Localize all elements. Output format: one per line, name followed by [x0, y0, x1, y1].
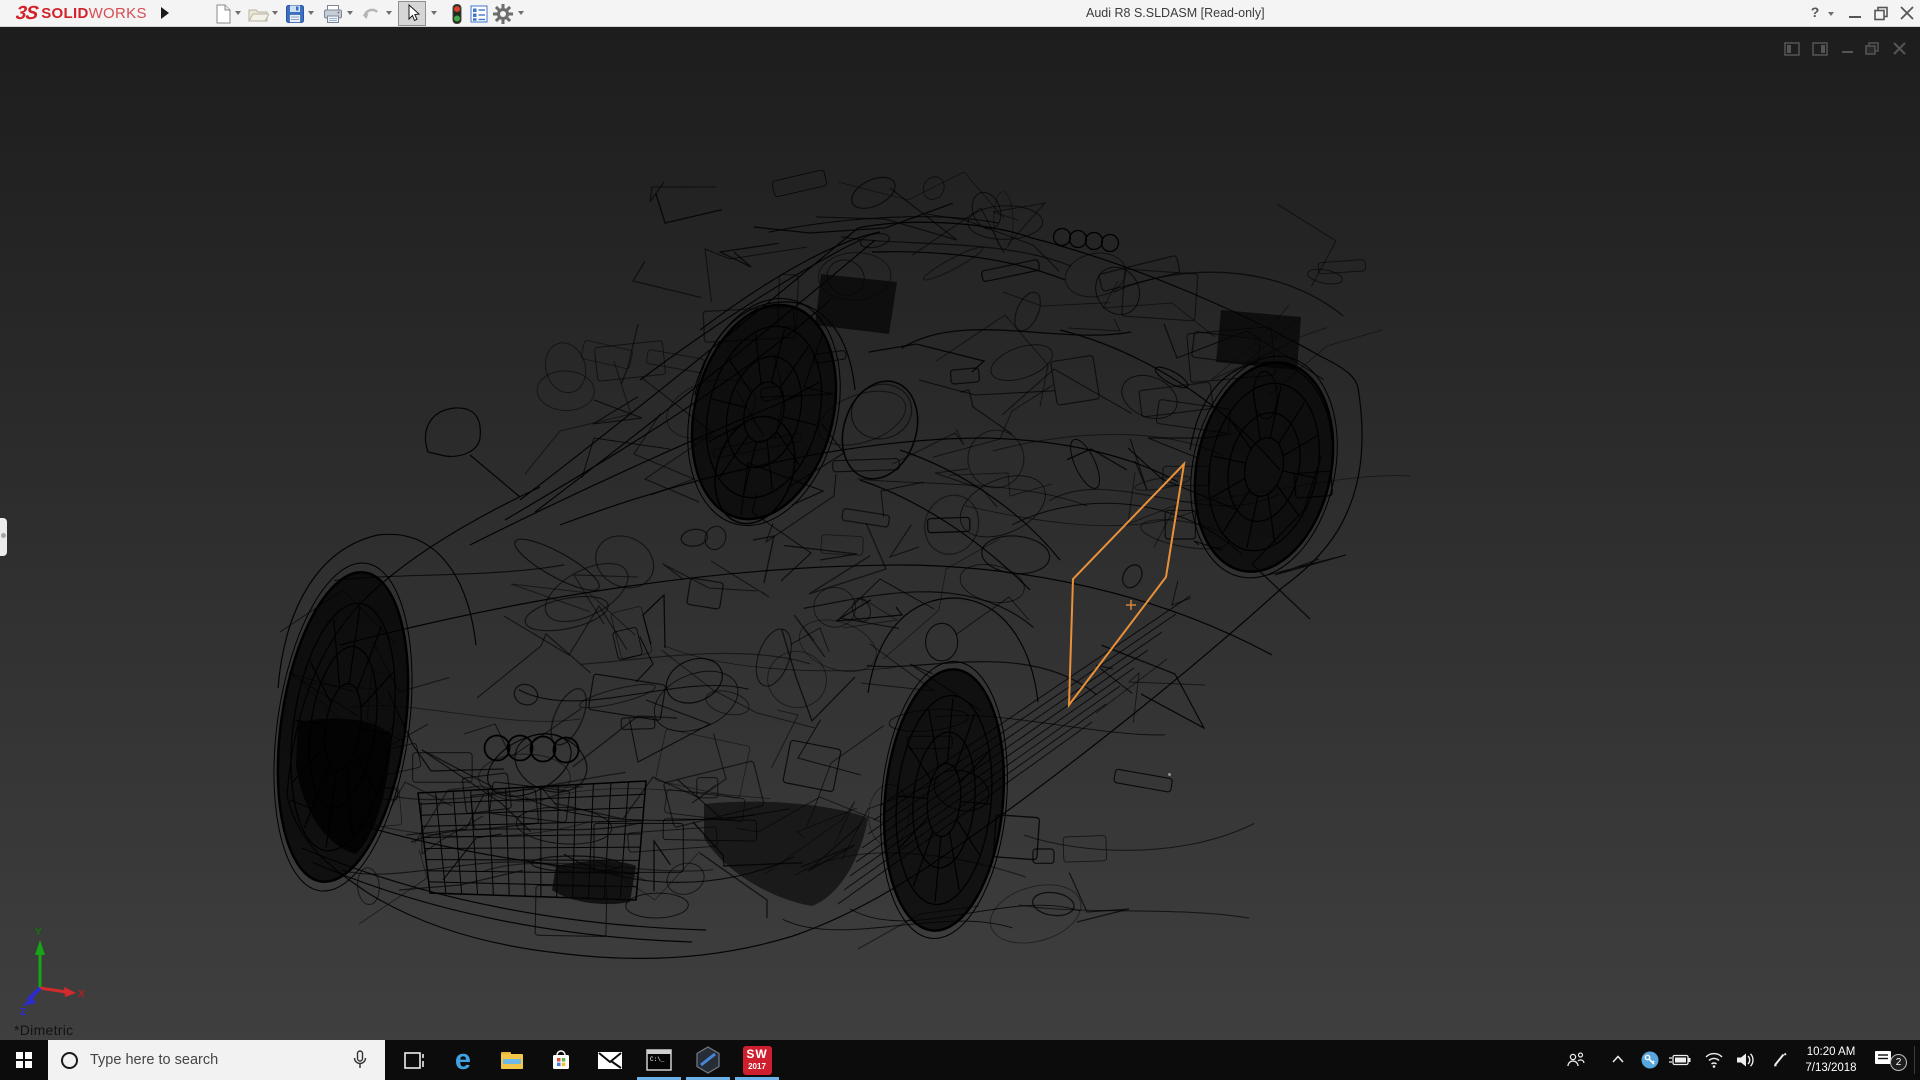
time-label: 10:20 AM	[1796, 1044, 1866, 1060]
open-icon[interactable]	[247, 3, 269, 25]
speaker-icon	[1735, 1051, 1757, 1069]
new-dropdown-icon[interactable]	[235, 11, 241, 15]
selected-face-highlight[interactable]	[1069, 464, 1184, 705]
edge-button[interactable]: e	[439, 1040, 487, 1080]
volume-button[interactable]	[1732, 1040, 1760, 1080]
mail-icon	[597, 1049, 623, 1071]
file-explorer-icon	[499, 1048, 525, 1072]
blue-key-icon	[1640, 1050, 1660, 1070]
undo-icon[interactable]	[360, 3, 382, 25]
graphics-viewport[interactable]: Y X Z *Dimetric	[0, 27, 1920, 1040]
undo-dropdown-icon[interactable]	[386, 11, 392, 15]
view-orientation-label: *Dimetric	[14, 1022, 73, 1038]
task-view-icon	[402, 1048, 426, 1072]
windows-taskbar: e C:\_	[0, 1040, 1920, 1080]
svg-text:Z: Z	[20, 1007, 26, 1018]
document-close-icon[interactable]	[1890, 40, 1910, 58]
command-prompt-icon: C:\_	[646, 1048, 672, 1072]
edge-icon: e	[455, 1047, 471, 1073]
help-dropdown-icon[interactable]	[1828, 12, 1834, 16]
file-explorer-button[interactable]	[488, 1040, 536, 1080]
start-button[interactable]	[0, 1040, 48, 1080]
solidworks-logo: 3S SOLIDWORKS	[16, 2, 147, 25]
display-settings-icon[interactable]	[468, 3, 490, 25]
hidden-icons-button[interactable]	[1604, 1040, 1632, 1080]
search-input[interactable]	[90, 1052, 330, 1068]
solidworks-button[interactable]: SW 2017	[733, 1040, 781, 1080]
windows-ink-button[interactable]	[1766, 1040, 1794, 1080]
solidworks-2017-icon: SW 2017	[743, 1046, 772, 1075]
document-restore-icon[interactable]	[1862, 40, 1882, 58]
document-minimize-icon[interactable]	[1838, 40, 1858, 58]
show-desktop-divider[interactable]	[1914, 1046, 1915, 1074]
save-dropdown-icon[interactable]	[308, 11, 314, 15]
restore-button[interactable]	[1871, 4, 1891, 22]
rebuild-traffic-light-icon[interactable]	[446, 3, 468, 25]
taskbar-search[interactable]	[48, 1040, 385, 1080]
store-button[interactable]	[537, 1040, 585, 1080]
microphone-icon[interactable]	[352, 1049, 368, 1071]
select-dropdown-icon[interactable]	[431, 11, 437, 15]
pane-right-toggle-icon[interactable]	[1810, 40, 1830, 58]
wifi-icon	[1704, 1051, 1724, 1069]
edrawings-button[interactable]	[684, 1040, 732, 1080]
svg-text:X: X	[78, 989, 85, 1000]
pane-left-toggle-icon[interactable]	[1782, 40, 1802, 58]
windows-logo-icon	[16, 1052, 23, 1059]
svg-text:Y: Y	[35, 927, 42, 938]
pen-icon	[1771, 1051, 1789, 1069]
edrawings-hexagon-icon	[694, 1046, 722, 1074]
save-icon[interactable]	[284, 3, 306, 25]
select-cursor-icon	[399, 2, 425, 25]
date-label: 7/13/2018	[1796, 1060, 1866, 1076]
options-dropdown-icon[interactable]	[518, 11, 524, 15]
chevron-up-icon	[1610, 1052, 1626, 1068]
feature-panel-expander[interactable]	[0, 518, 7, 556]
cortana-icon	[61, 1052, 78, 1069]
new-document-icon[interactable]	[212, 3, 234, 25]
action-center-button[interactable]: 2	[1868, 1040, 1912, 1080]
battery-button[interactable]	[1666, 1040, 1694, 1080]
close-button[interactable]	[1897, 4, 1917, 22]
people-button[interactable]	[1562, 1040, 1590, 1080]
orientation-triad: Y X Z	[8, 913, 118, 1023]
battery-charging-icon	[1668, 1052, 1692, 1068]
notification-badge: 2	[1890, 1054, 1907, 1071]
help-button[interactable]: ?	[1805, 4, 1825, 20]
mail-button[interactable]	[586, 1040, 634, 1080]
people-icon	[1566, 1050, 1586, 1070]
print-icon[interactable]	[322, 3, 344, 25]
taskbar-clock[interactable]: 10:20 AM 7/13/2018	[1796, 1044, 1866, 1076]
title-bar: 3S SOLIDWORKS	[0, 0, 1920, 27]
options-gear-icon[interactable]	[492, 3, 514, 25]
command-prompt-button[interactable]: C:\_	[635, 1040, 683, 1080]
svg-text:C:\_: C:\_	[650, 1056, 665, 1063]
open-dropdown-icon[interactable]	[272, 11, 278, 15]
mouse-cursor-dot	[1168, 773, 1171, 776]
store-icon	[549, 1048, 573, 1072]
task-view-button[interactable]	[390, 1040, 438, 1080]
window-title: Audi R8 S.SLDASM [Read-only]	[1086, 6, 1265, 20]
network-button[interactable]	[1700, 1040, 1728, 1080]
print-dropdown-icon[interactable]	[347, 11, 353, 15]
expander-knob-icon	[1, 533, 6, 538]
tray-app-button[interactable]	[1636, 1040, 1664, 1080]
3ds-logo-glyph: 3S	[14, 3, 38, 25]
wireframe-car-model[interactable]	[0, 27, 1920, 1040]
toolbar-expander-icon[interactable]	[161, 7, 169, 19]
minimize-button[interactable]	[1845, 4, 1865, 22]
select-tool-button[interactable]	[398, 1, 426, 26]
